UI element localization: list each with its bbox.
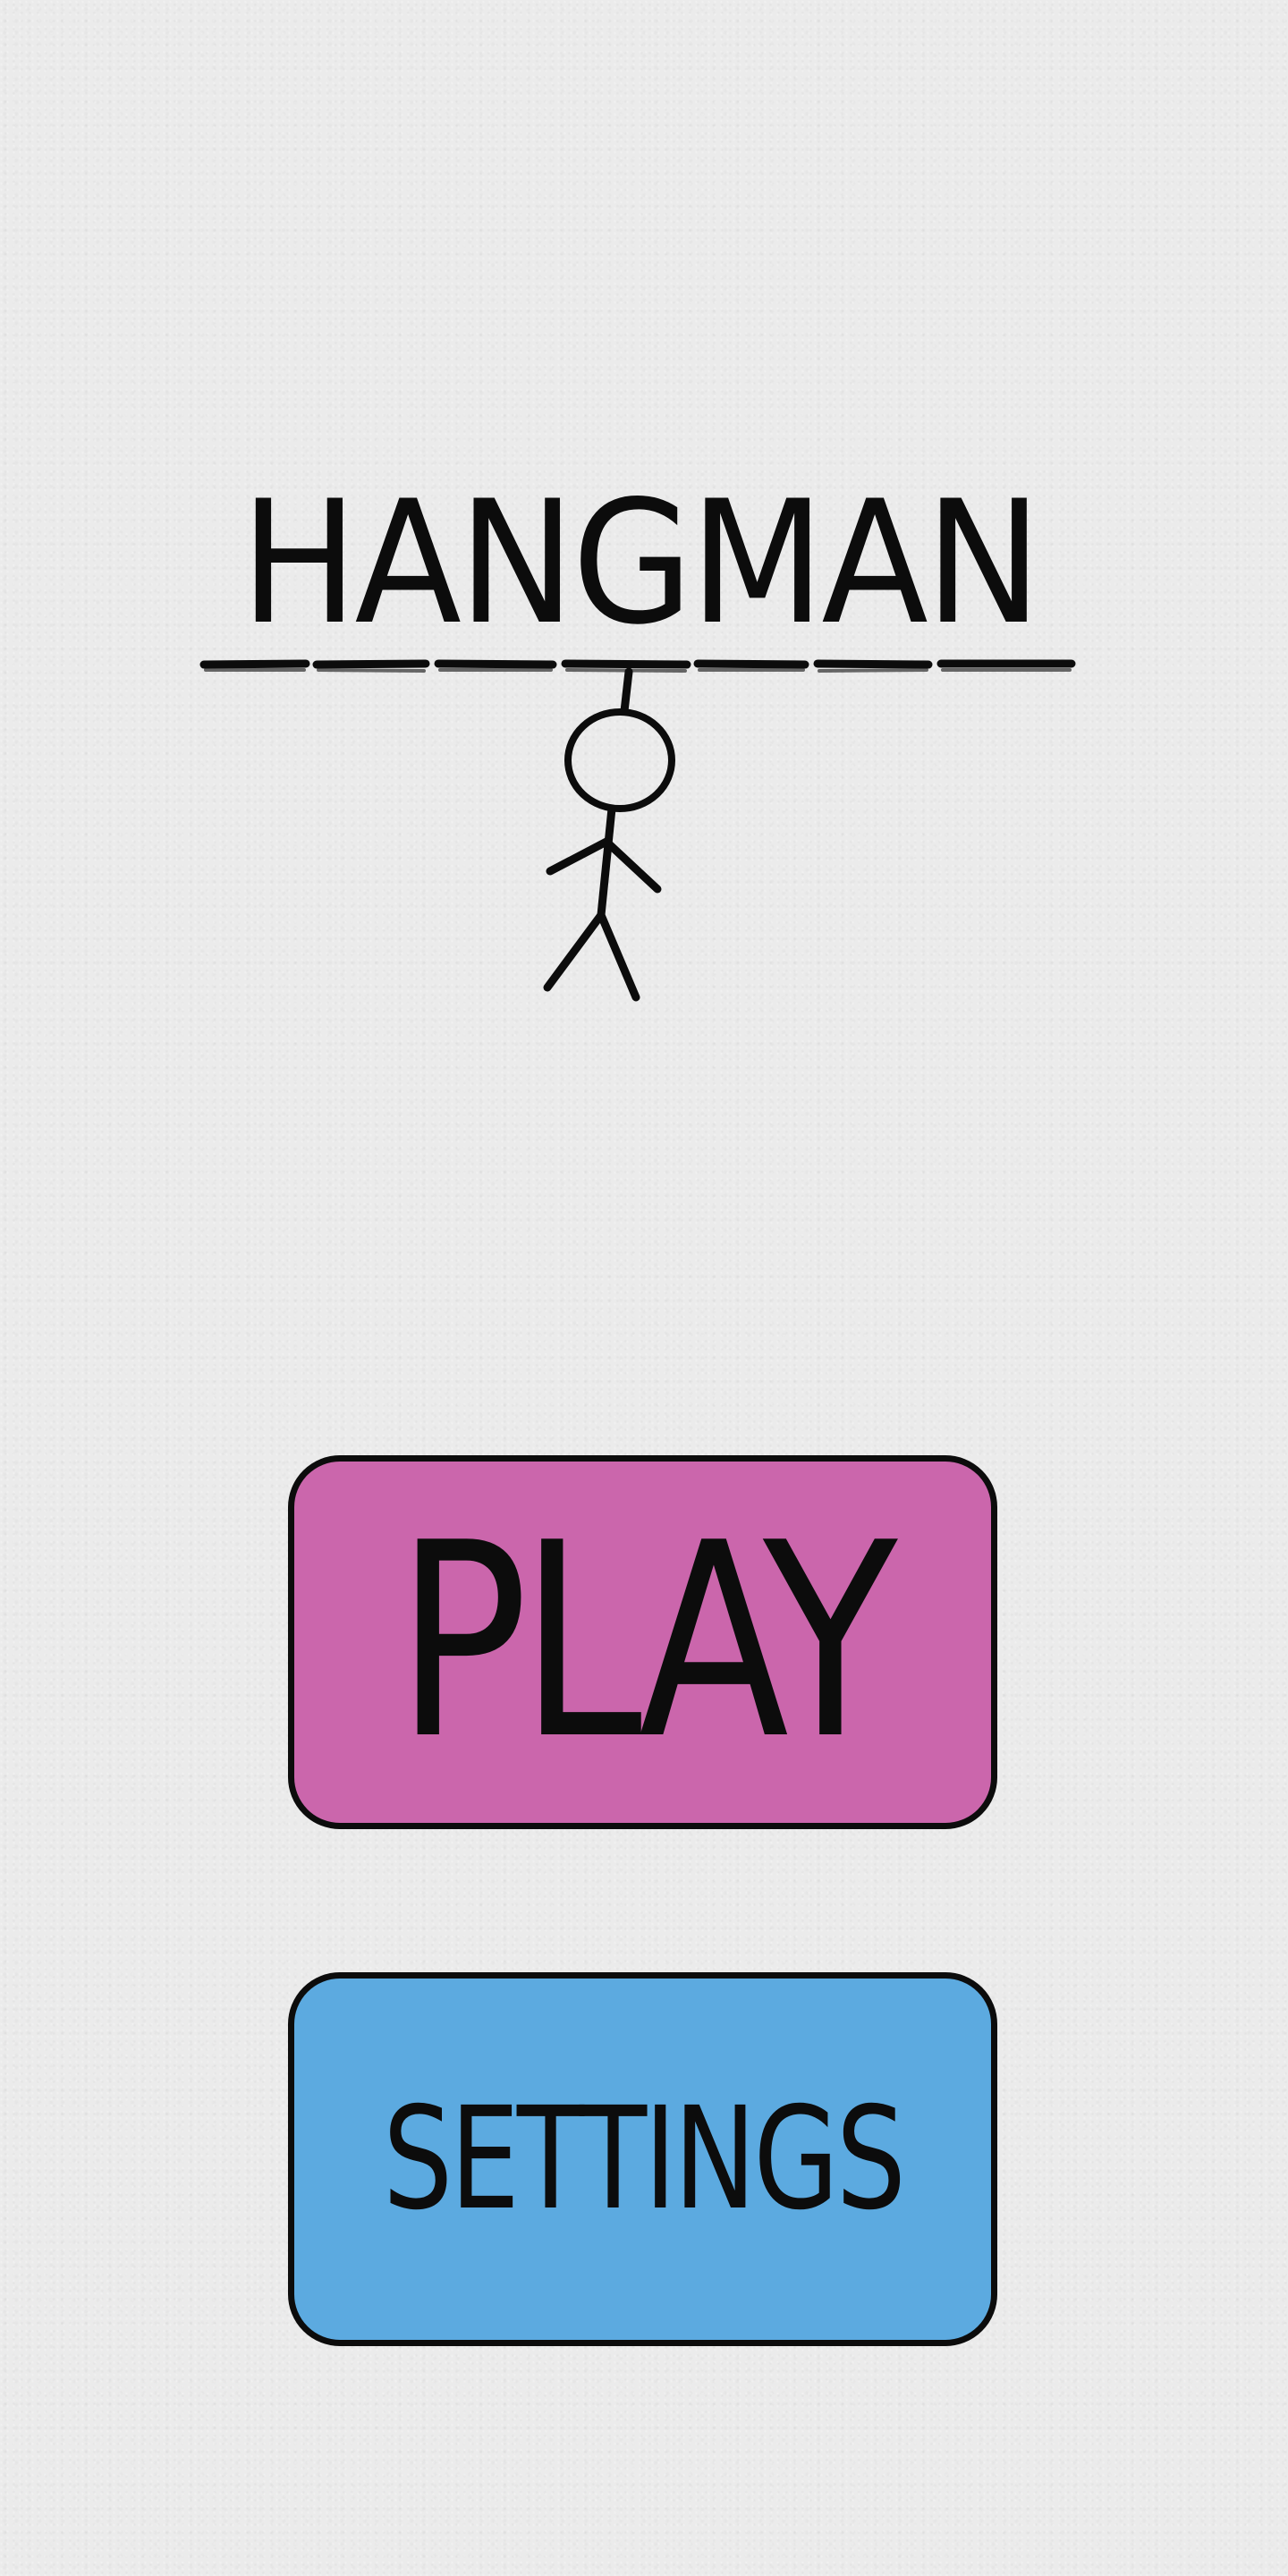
settings-button-label: SETTINGS — [382, 2077, 906, 2241]
hangman-logo: HANGMAN — [197, 474, 1082, 1011]
play-button[interactable]: PLAY — [288, 1455, 997, 1829]
play-button-label: PLAY — [395, 1486, 898, 1798]
settings-button[interactable]: SETTINGS — [288, 1972, 997, 2346]
hanging-stick-figure-icon — [199, 659, 1076, 1002]
